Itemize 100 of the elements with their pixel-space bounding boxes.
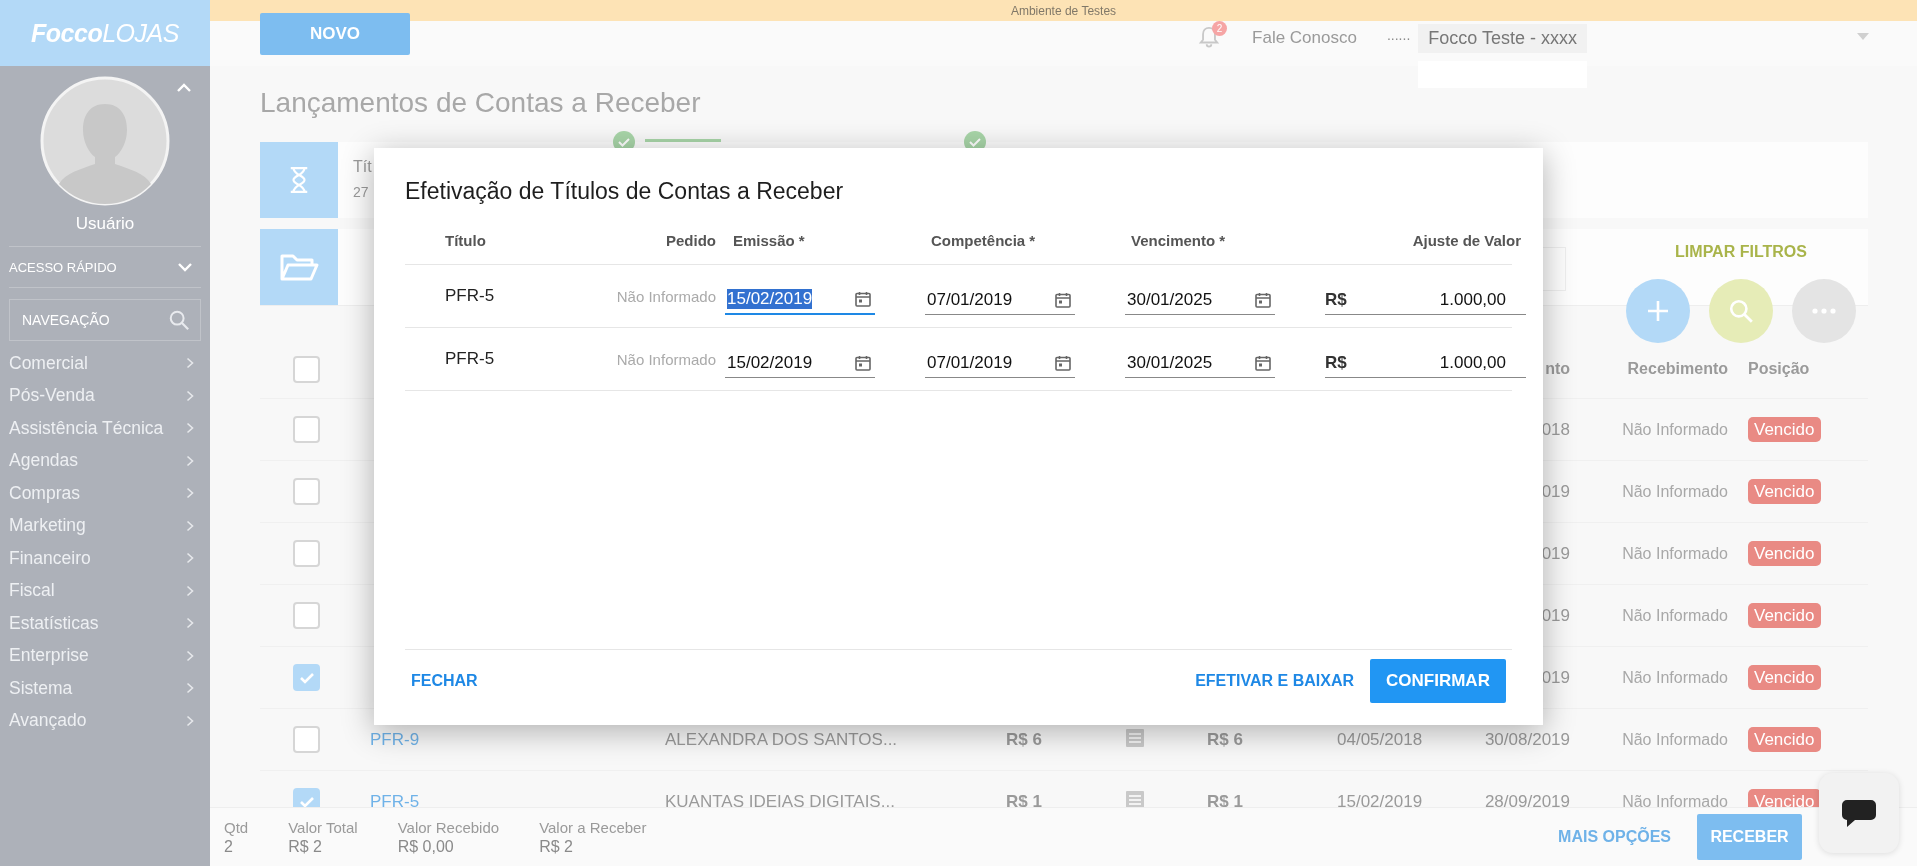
settle-button[interactable]: EFETIVAR E BAIXAR bbox=[1189, 659, 1360, 703]
value-cell: R$ 6 bbox=[1006, 729, 1042, 749]
order-cell-text: Não Informado bbox=[615, 350, 716, 368]
calendar-icon[interactable] bbox=[1055, 354, 1071, 371]
logo: FoccoLOJAS bbox=[31, 18, 179, 48]
status-badge: Vencido bbox=[1748, 664, 1821, 690]
total-label: Valor Total bbox=[288, 818, 358, 836]
order-cell-text: Não Informado bbox=[615, 287, 716, 305]
nav-menu-item[interactable]: Enterprise bbox=[0, 639, 210, 672]
navigation-search-field[interactable]: NAVEGAÇÃO bbox=[20, 311, 168, 329]
nav-menu-item[interactable]: Agendas bbox=[0, 444, 210, 477]
avatar-icon bbox=[40, 76, 170, 206]
chevron-right-icon[interactable] bbox=[186, 714, 194, 727]
date-field[interactable]: 15/02/2019 bbox=[725, 348, 875, 378]
nav-menu-item[interactable]: Pós-Venda bbox=[0, 379, 210, 412]
column-header: Emissão * bbox=[732, 232, 806, 249]
new-button[interactable]: NOVO bbox=[260, 13, 410, 55]
calendar-icon[interactable] bbox=[1255, 291, 1271, 308]
title-link[interactable]: PFR-9 bbox=[370, 729, 420, 749]
chevron-right-icon[interactable] bbox=[186, 389, 194, 402]
summary-title: Tít bbox=[353, 158, 372, 176]
chevron-down-icon[interactable] bbox=[177, 262, 193, 272]
date-field[interactable]: 30/01/2025 bbox=[1125, 348, 1275, 378]
date-field[interactable]: 30/01/2025 bbox=[1125, 285, 1275, 315]
nav-menu-item[interactable]: Compras bbox=[0, 477, 210, 510]
document-icon[interactable] bbox=[1125, 727, 1145, 748]
receipt-cell: Não Informado bbox=[1622, 420, 1728, 438]
chevron-up-icon[interactable] bbox=[176, 82, 192, 92]
receipt-cell: Não Informado bbox=[1622, 606, 1728, 624]
receipt-cell: Não Informado bbox=[1622, 792, 1728, 807]
title-cell-text: PFR-5 bbox=[445, 349, 496, 369]
search-icon[interactable] bbox=[168, 309, 190, 331]
calendar-icon[interactable] bbox=[1055, 291, 1071, 308]
amount-field[interactable]: R$ 1.000,00 bbox=[1325, 285, 1526, 315]
quick-access-label[interactable]: ACESSO RÁPIDO bbox=[9, 259, 117, 275]
row-checkbox[interactable] bbox=[293, 602, 320, 629]
nav-menu-item[interactable]: Avançado bbox=[0, 704, 210, 737]
chevron-right-icon[interactable] bbox=[186, 422, 194, 435]
due-date-cell: 019 bbox=[1541, 481, 1570, 501]
search-icon bbox=[1728, 298, 1754, 324]
dialog-title: Efetivação de Títulos de Contas a Receber bbox=[405, 178, 845, 205]
chat-bubble-icon bbox=[1841, 798, 1877, 828]
nav-menu-item[interactable]: Comercial bbox=[0, 347, 210, 380]
clear-filters-link[interactable]: LIMPAR FILTROS bbox=[1675, 243, 1807, 261]
document-icon[interactable] bbox=[1125, 789, 1145, 807]
nav-menu-item[interactable]: Estatísticas bbox=[0, 607, 210, 640]
chevron-right-icon[interactable] bbox=[186, 649, 194, 662]
issue-date-cell: 15/02/2019 bbox=[1337, 791, 1423, 807]
column-header: Vencimento * bbox=[1130, 232, 1227, 249]
row-checkbox[interactable] bbox=[293, 788, 320, 807]
total-value: R$ 2 bbox=[539, 837, 574, 856]
nav-menu-item[interactable]: Assistência Técnica bbox=[0, 412, 210, 445]
nav-menu-item[interactable]: Sistema bbox=[0, 672, 210, 705]
receive-button[interactable]: RECEBER bbox=[1697, 814, 1802, 860]
calendar-icon[interactable] bbox=[855, 354, 871, 371]
status-badge: Vencido bbox=[1748, 788, 1821, 807]
chevron-right-icon[interactable] bbox=[186, 487, 194, 500]
row-checkbox[interactable] bbox=[293, 416, 320, 443]
chevron-right-icon[interactable] bbox=[186, 454, 194, 467]
row-checkbox[interactable] bbox=[293, 664, 320, 691]
row-checkbox[interactable] bbox=[293, 726, 320, 753]
due-date-cell: 28/09/2019 bbox=[1484, 791, 1570, 807]
value-cell: R$ 6 bbox=[1207, 729, 1243, 749]
chevron-right-icon[interactable] bbox=[186, 584, 194, 597]
notification-bell-icon[interactable] bbox=[1198, 25, 1221, 49]
more-options-button[interactable]: MAIS OPÇÕES bbox=[1552, 827, 1677, 847]
nav-menu-item[interactable]: Marketing bbox=[0, 509, 210, 542]
nav-menu-item[interactable]: Fiscal bbox=[0, 574, 210, 607]
close-button[interactable]: FECHAR bbox=[405, 659, 484, 703]
contact-link[interactable]: Fale Conosco bbox=[1252, 28, 1357, 48]
nav-menu-item[interactable]: Financeiro bbox=[0, 542, 210, 575]
ellipsis-icon bbox=[1812, 308, 1836, 314]
issue-date-cell: 04/05/2018 bbox=[1337, 729, 1423, 749]
chevron-right-icon[interactable] bbox=[186, 552, 194, 565]
status-badge: Vencido bbox=[1748, 478, 1821, 504]
confirm-button[interactable]: CONFIRMAR bbox=[1370, 659, 1506, 703]
chat-button[interactable] bbox=[1819, 773, 1899, 853]
chevron-right-icon[interactable] bbox=[186, 357, 194, 370]
chevron-right-icon[interactable] bbox=[186, 682, 194, 695]
column-header: Recebimento bbox=[1627, 360, 1728, 377]
chevron-right-icon[interactable] bbox=[186, 519, 194, 532]
company-selector[interactable]: Focco Teste - xxxx bbox=[1418, 24, 1587, 53]
receipt-cell: Não Informado bbox=[1622, 730, 1728, 748]
calendar-icon[interactable] bbox=[855, 291, 871, 307]
amount-field[interactable]: R$ 1.000,00 bbox=[1325, 348, 1526, 378]
date-field[interactable]: 07/01/2019 bbox=[925, 348, 1075, 378]
column-header: nto bbox=[1545, 360, 1570, 377]
date-field[interactable]: 07/01/2019 bbox=[925, 285, 1075, 315]
title-link[interactable]: PFR-5 bbox=[370, 791, 420, 807]
row-checkbox[interactable] bbox=[293, 478, 320, 505]
select-all-checkbox[interactable] bbox=[293, 355, 320, 383]
caret-down-icon[interactable] bbox=[1857, 33, 1869, 41]
chevron-right-icon[interactable] bbox=[186, 617, 194, 630]
column-header: Pedido bbox=[665, 232, 716, 249]
calendar-icon[interactable] bbox=[1255, 354, 1271, 371]
column-header: Título bbox=[445, 232, 487, 249]
row-checkbox[interactable] bbox=[293, 540, 320, 567]
date-field[interactable]: 15/02/2019 bbox=[725, 285, 875, 315]
navigation-search-box[interactable]: NAVEGAÇÃO bbox=[9, 299, 201, 341]
value-cell: R$ 1 bbox=[1207, 791, 1243, 807]
